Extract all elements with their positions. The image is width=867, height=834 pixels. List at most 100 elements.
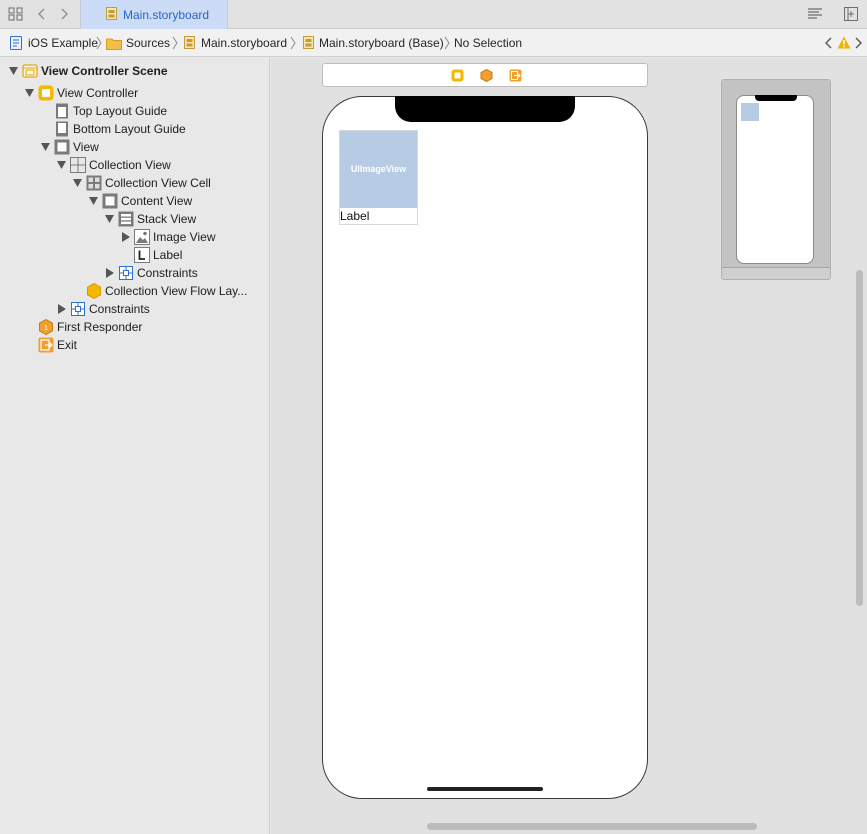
breadcrumb-project[interactable]: iOS Example bbox=[28, 36, 98, 52]
add-editor-icon[interactable] bbox=[843, 6, 859, 22]
first-responder-icon[interactable] bbox=[480, 69, 493, 82]
editor-options-icon[interactable] bbox=[807, 6, 823, 22]
storyboard-canvas[interactable]: UIImageView Label bbox=[271, 58, 867, 834]
minimap-phone bbox=[736, 95, 814, 264]
view-icon bbox=[102, 193, 118, 209]
outline-item-label: View bbox=[73, 140, 99, 154]
breadcrumb-selection[interactable]: No Selection bbox=[454, 36, 522, 52]
breadcrumb-sources[interactable]: Sources bbox=[126, 36, 170, 52]
outline-item-label: Top Layout Guide bbox=[73, 104, 168, 118]
breadcrumb-storyboard[interactable]: Main.storyboard bbox=[201, 36, 287, 52]
folder-icon bbox=[106, 38, 122, 50]
outline-item-view-controller[interactable]: View Controller bbox=[0, 84, 270, 102]
outline-item-label: Constraints bbox=[137, 266, 198, 280]
outline-item-label: View Controller bbox=[57, 86, 139, 100]
scene-icon bbox=[22, 64, 38, 78]
view-icon bbox=[54, 139, 70, 155]
outline-item-view-controller-scene[interactable]: View Controller Scene bbox=[0, 62, 270, 80]
disclosure-open-icon[interactable] bbox=[9, 66, 18, 76]
outline-item-collection-view-cell[interactable]: Collection View Cell bbox=[0, 174, 270, 192]
image-view-icon bbox=[134, 229, 150, 245]
jump-bar: iOS Example Sources Main.storyboard Main… bbox=[0, 29, 867, 57]
view-controller-icon[interactable] bbox=[451, 69, 464, 82]
stack-view-icon bbox=[118, 211, 134, 227]
canvas-minimap[interactable] bbox=[721, 79, 831, 280]
disclosure-closed-icon[interactable] bbox=[57, 304, 66, 314]
project-icon bbox=[10, 36, 22, 50]
chevron-right-icon[interactable] bbox=[854, 36, 864, 50]
disclosure-open-icon[interactable] bbox=[41, 142, 50, 152]
outline-item-flow-layout[interactable]: Collection View Flow Lay... bbox=[0, 282, 270, 300]
outline-item-label: Collection View Flow Lay... bbox=[105, 284, 248, 298]
storyboard-file-icon bbox=[106, 7, 117, 20]
outline-item-view[interactable]: View bbox=[0, 138, 270, 156]
outline-item-collection-view[interactable]: Collection View bbox=[0, 156, 270, 174]
image-view-placeholder: UIImageView bbox=[350, 164, 407, 174]
collection-view-cell-icon bbox=[86, 175, 102, 191]
outline-item-first-responder[interactable]: 1 First Responder bbox=[0, 318, 270, 336]
tab-bar: Main.storyboard bbox=[0, 0, 867, 29]
disclosure-open-icon[interactable] bbox=[105, 214, 114, 224]
outline-item-constraints-view[interactable]: Constraints bbox=[0, 300, 270, 318]
disclosure-open-icon[interactable] bbox=[89, 196, 98, 206]
outline-item-constraints-content[interactable]: Constraints bbox=[0, 264, 270, 282]
flow-layout-icon bbox=[87, 283, 101, 299]
exit-icon bbox=[38, 337, 54, 353]
home-indicator bbox=[427, 787, 543, 791]
view-controller-icon bbox=[38, 85, 54, 101]
layout-guide-icon bbox=[56, 103, 68, 119]
device-notch bbox=[395, 96, 575, 122]
storyboard-file-icon bbox=[184, 36, 195, 49]
storyboard-file-icon bbox=[303, 36, 314, 49]
cell-label[interactable]: Label bbox=[340, 209, 369, 223]
outline-item-label: Content View bbox=[121, 194, 193, 208]
outline-item-label: Image View bbox=[153, 230, 216, 244]
outline-item-stack-view[interactable]: Stack View bbox=[0, 210, 270, 228]
disclosure-open-icon[interactable] bbox=[73, 178, 82, 188]
related-items-icon[interactable] bbox=[8, 6, 24, 22]
horizontal-scrollbar[interactable] bbox=[427, 823, 757, 830]
minimap-frame bbox=[722, 80, 830, 268]
forward-arrow-icon[interactable] bbox=[56, 6, 72, 22]
back-arrow-icon[interactable] bbox=[34, 6, 50, 22]
chevron-right-icon bbox=[172, 36, 178, 50]
outline-item-label: Constraints bbox=[89, 302, 150, 316]
vertical-scrollbar[interactable] bbox=[856, 270, 863, 606]
outline-item-label: Stack View bbox=[137, 212, 197, 226]
outline-item-label: Exit bbox=[57, 338, 78, 352]
collection-view-icon bbox=[70, 157, 86, 173]
outline-item-exit[interactable]: Exit bbox=[0, 336, 270, 354]
outline-item-label: View Controller Scene bbox=[41, 64, 168, 78]
outline-item-top-layout-guide[interactable]: Top Layout Guide bbox=[0, 102, 270, 120]
chevron-left-icon[interactable] bbox=[823, 36, 833, 50]
chevron-right-icon bbox=[290, 36, 296, 50]
outline-item-label: Bottom Layout Guide bbox=[73, 122, 186, 136]
outline-item-label: Collection View bbox=[89, 158, 171, 172]
warning-icon[interactable] bbox=[837, 36, 851, 49]
collection-view-cell[interactable]: UIImageView Label bbox=[339, 130, 418, 225]
scene-dock bbox=[322, 63, 648, 87]
first-responder-icon: 1 bbox=[39, 319, 53, 335]
outline-item-label: First Responder bbox=[57, 320, 143, 334]
minimap-notch bbox=[755, 95, 797, 101]
outline-item-content-view[interactable]: Content View bbox=[0, 192, 270, 210]
chevron-right-icon bbox=[96, 36, 102, 50]
constraints-icon bbox=[71, 302, 85, 316]
iphone-frame[interactable]: UIImageView Label bbox=[322, 96, 648, 799]
exit-icon[interactable] bbox=[509, 69, 522, 82]
svg-text:1: 1 bbox=[44, 325, 48, 332]
disclosure-open-icon[interactable] bbox=[25, 88, 34, 98]
outline-item-bottom-layout-guide[interactable]: Bottom Layout Guide bbox=[0, 120, 270, 138]
disclosure-open-icon[interactable] bbox=[57, 160, 66, 170]
outline-item-label-view[interactable]: Label bbox=[0, 246, 270, 264]
disclosure-closed-icon[interactable] bbox=[121, 232, 130, 242]
tab-main-storyboard[interactable]: Main.storyboard bbox=[80, 0, 228, 29]
document-outline: View Controller Scene View Controller To… bbox=[0, 58, 270, 834]
image-view[interactable]: UIImageView bbox=[340, 131, 417, 208]
breadcrumb-storyboard-base[interactable]: Main.storyboard (Base) bbox=[319, 36, 444, 52]
disclosure-closed-icon[interactable] bbox=[105, 268, 114, 278]
constraints-icon bbox=[119, 266, 133, 280]
outline-item-image-view[interactable]: Image View bbox=[0, 228, 270, 246]
outline-item-label: Collection View Cell bbox=[105, 176, 211, 190]
layout-guide-icon bbox=[56, 121, 68, 137]
